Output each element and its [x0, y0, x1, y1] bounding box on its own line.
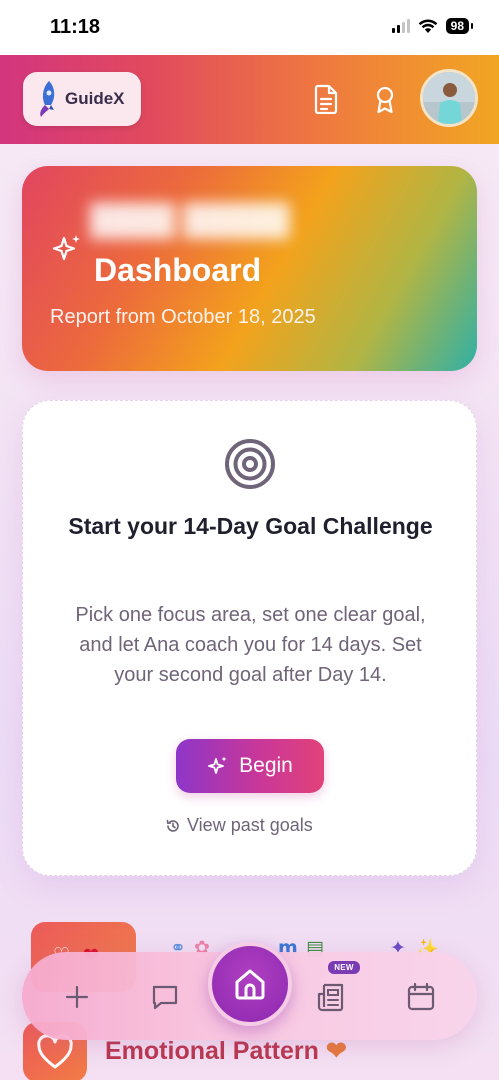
avatar-photo [423, 72, 475, 124]
app-header: GuideX [0, 55, 499, 144]
begin-button[interactable]: Begin [176, 739, 324, 793]
report-icon[interactable] [312, 84, 340, 114]
view-past-goals-label: View past goals [187, 815, 313, 835]
chat-icon[interactable] [148, 980, 182, 1014]
wifi-icon [418, 19, 438, 33]
goal-challenge-description: Pick one focus area, set one clear goal,… [75, 604, 426, 686]
goal-challenge-title: Start your 14-Day Goal Challenge [68, 513, 433, 539]
battery-indicator: 98 [445, 18, 474, 34]
goal-challenge-card: Start your 14-Day Goal Challenge Pick on… [22, 400, 477, 876]
home-icon [235, 969, 265, 1000]
emotional-pattern-label: Emotional Pattern [105, 1037, 319, 1065]
sparkle-icon [52, 235, 80, 261]
avatar[interactable] [420, 69, 478, 127]
dashboard-card[interactable]: ████ █████ Dashboard Report from October… [22, 166, 477, 371]
new-badge: NEW [328, 961, 360, 974]
target-icon [225, 439, 275, 489]
rocket-logo-icon [40, 81, 55, 117]
calendar-icon[interactable] [404, 980, 438, 1014]
logo-text: GuideX [65, 89, 125, 108]
add-icon[interactable] [60, 980, 94, 1014]
status-icons: 98 [391, 18, 474, 34]
status-time: 11:18 [50, 16, 101, 38]
begin-label: Begin [239, 754, 293, 777]
signal-icon [391, 19, 410, 33]
home-button[interactable] [208, 942, 292, 1026]
view-past-goals-link[interactable]: View past goals [165, 815, 313, 836]
orange-heart-icon: ❤ [325, 1037, 347, 1065]
emotional-pattern-title: Emotional Pattern ❤ [105, 1036, 347, 1066]
dashboard-title: Dashboard [94, 252, 262, 288]
report-date: Report from October 18, 2025 [50, 306, 316, 328]
history-icon [166, 819, 179, 832]
status-bar: 11:18 98 [0, 0, 499, 55]
award-icon[interactable] [371, 84, 399, 114]
journal-icon[interactable] [315, 980, 349, 1014]
sparkle-icon [208, 756, 227, 774]
user-name-blurred: ████ █████ [90, 204, 290, 237]
app-logo[interactable]: GuideX [23, 72, 141, 126]
